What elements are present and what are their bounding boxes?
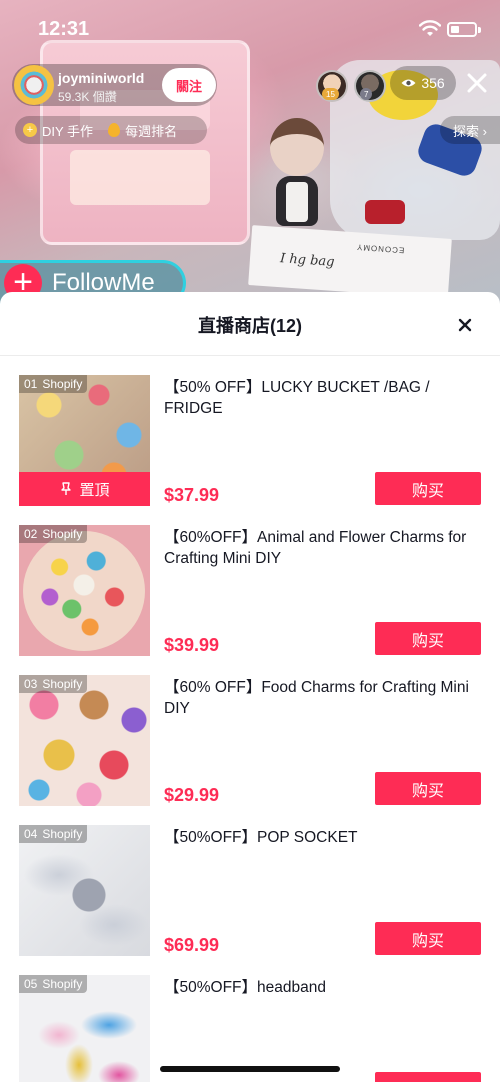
- home-indicator[interactable]: [160, 1066, 340, 1072]
- product-title[interactable]: 【50%OFF】POP SOCKET: [164, 827, 474, 848]
- product-title[interactable]: 【60%OFF】Animal and Flower Charms for Cra…: [164, 527, 474, 569]
- follow-button[interactable]: 關注: [162, 68, 216, 102]
- source-label: Shopify: [42, 527, 83, 541]
- viewer-rank-badge: 15: [322, 88, 339, 100]
- sheet-header: 直播商店(12): [0, 292, 500, 356]
- product-item[interactable]: 03 Shopify 【60% OFF】Food Charms for Craf…: [0, 675, 500, 825]
- battery-tip: [478, 27, 481, 33]
- clock: 12:31: [38, 18, 90, 40]
- product-image[interactable]: 01 Shopify 置頂: [19, 375, 150, 506]
- host-likes: 59.3K 個讚: [58, 90, 117, 104]
- product-item[interactable]: 01 Shopify 置頂 【50% OFF】LUCKY BUCKET /BAG…: [0, 375, 500, 525]
- product-price: $69.99: [164, 935, 220, 955]
- source-label: Shopify: [42, 977, 83, 991]
- product-title[interactable]: 【60% OFF】Food Charms for Crafting Mini D…: [164, 677, 474, 719]
- product-price: $29.99: [164, 785, 220, 805]
- live-tags[interactable]: + DIY 手作 每週排名: [15, 116, 207, 144]
- flame-icon: [108, 123, 121, 137]
- plus-coin-icon: +: [23, 123, 37, 137]
- viewer-count-value: 356: [421, 75, 445, 91]
- rank-number: 04: [24, 827, 38, 841]
- product-title[interactable]: 【50%OFF】headband: [164, 977, 474, 998]
- pin-label: 置頂: [79, 481, 110, 499]
- card-prop: I hg bag ECONOMY: [248, 225, 452, 299]
- buy-button[interactable]: 购买: [375, 922, 481, 955]
- rank-number: 01: [24, 377, 38, 391]
- battery-icon: [447, 22, 477, 37]
- rank-number: 05: [24, 977, 38, 991]
- viewer-count[interactable]: 356: [390, 66, 456, 100]
- source-label: Shopify: [42, 377, 83, 391]
- buy-button[interactable]: 购买: [375, 622, 481, 655]
- live-shop-sheet: 直播商店(12) 01 Shopify 置頂 【50% OFF】LUCKY BU…: [0, 292, 500, 1082]
- eye-icon: [401, 79, 416, 87]
- product-item[interactable]: 02 Shopify 【60%OFF】Animal and Flower Cha…: [0, 525, 500, 675]
- doll-prop: [262, 118, 332, 238]
- source-label: Shopify: [42, 677, 83, 691]
- product-price: $37.99: [164, 485, 220, 505]
- product-title[interactable]: 【50% OFF】LUCKY BUCKET /BAG / FRIDGE: [164, 377, 474, 419]
- rank-number: 02: [24, 527, 38, 541]
- product-image[interactable]: 05 Shopify: [19, 975, 150, 1082]
- product-rank: 04 Shopify: [19, 825, 88, 843]
- pin-button[interactable]: 置頂: [19, 472, 150, 506]
- product-rank: 03 Shopify: [19, 675, 88, 693]
- product-price: $39.99: [164, 635, 220, 655]
- weekly-ranking[interactable]: 每週排名: [125, 121, 177, 140]
- product-rank: 05 Shopify: [19, 975, 88, 993]
- product-rank: 01 Shopify: [19, 375, 88, 393]
- handwritten-note: I hg bag: [279, 251, 335, 270]
- close-icon[interactable]: [452, 312, 478, 338]
- category-tag[interactable]: DIY 手作: [42, 121, 93, 140]
- product-image[interactable]: 02 Shopify: [19, 525, 150, 656]
- host-name[interactable]: joyminiworld: [58, 70, 144, 86]
- buy-button[interactable]: 购买: [375, 1072, 481, 1082]
- host-avatar[interactable]: [14, 65, 54, 105]
- wifi-icon: [419, 20, 441, 36]
- rank-number: 03: [24, 677, 38, 691]
- close-icon[interactable]: [462, 68, 492, 98]
- buy-button[interactable]: 购买: [375, 772, 481, 805]
- status-bar: 12:31: [0, 0, 500, 56]
- product-image[interactable]: 04 Shopify: [19, 825, 150, 956]
- product-image[interactable]: 03 Shopify: [19, 675, 150, 806]
- shelf-prop: [70, 150, 210, 205]
- explore-button[interactable]: 探索 ›: [440, 116, 500, 144]
- pin-icon: [61, 482, 72, 495]
- product-item[interactable]: 04 Shopify 【50%OFF】POP SOCKET $69.99 购买: [0, 825, 500, 975]
- source-label: Shopify: [42, 827, 83, 841]
- product-rank: 02 Shopify: [19, 525, 88, 543]
- figure-prop: [365, 200, 405, 224]
- box-print: ECONOMY: [355, 242, 405, 255]
- sheet-title: 直播商店(12): [197, 316, 302, 336]
- buy-button[interactable]: 购买: [375, 472, 481, 505]
